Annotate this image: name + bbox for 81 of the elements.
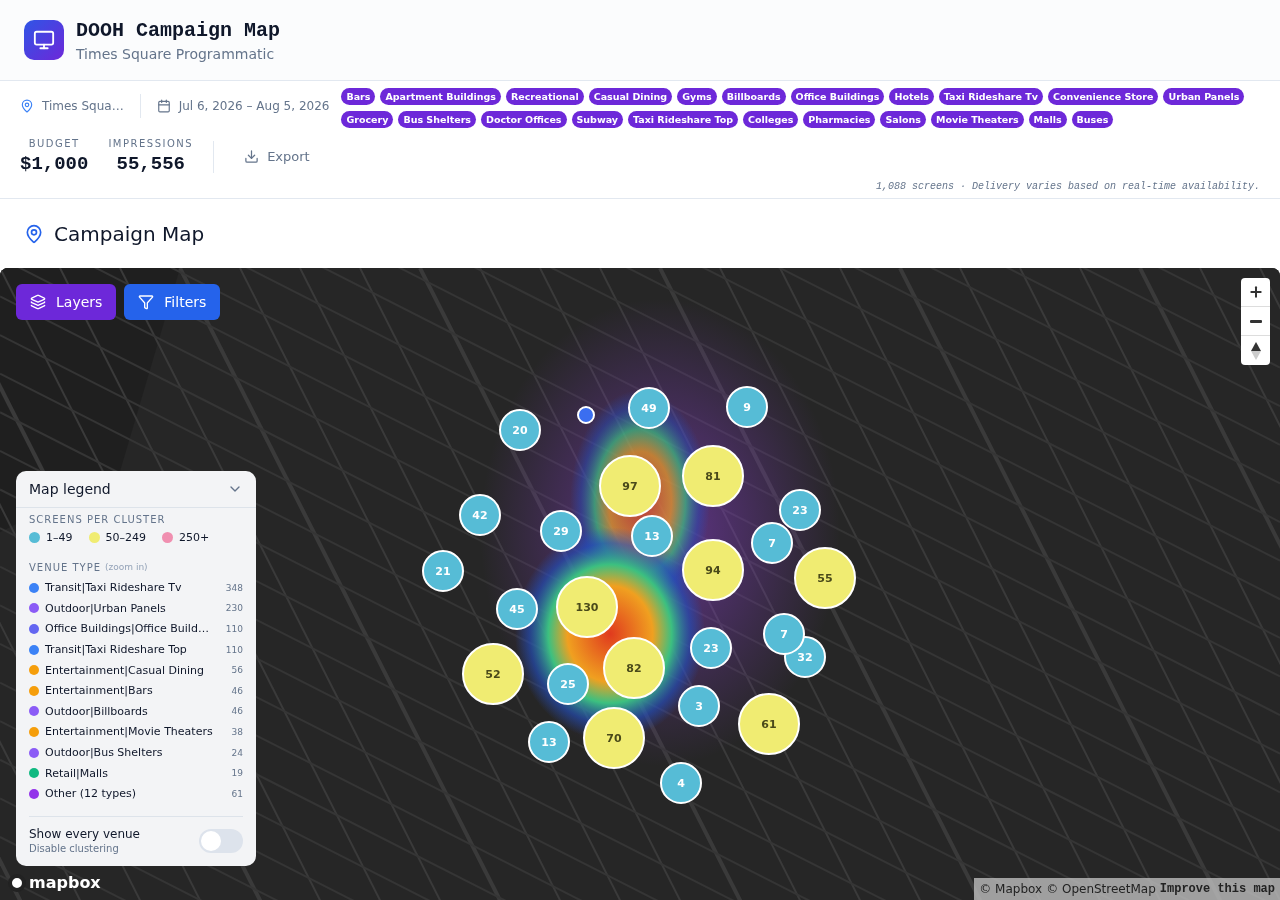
legend-title: Map legend xyxy=(29,481,111,498)
venue-tag: Office Buildings xyxy=(790,88,885,105)
venue-tag: Urban Panels xyxy=(1163,88,1245,105)
venue-count: 19 xyxy=(231,768,243,779)
venue-label: Transit|Taxi Rideshare Tv xyxy=(45,581,183,595)
location-text: Times Squa… xyxy=(42,99,124,113)
venue-tag: Salons xyxy=(880,111,926,128)
venue-label: Retail|Malls xyxy=(45,766,109,780)
section-title: Campaign Map xyxy=(54,221,205,246)
size-label: 1–49 xyxy=(46,531,73,545)
layers-icon xyxy=(30,294,46,310)
monitor-icon xyxy=(24,20,64,60)
venue-label: Transit|Taxi Rideshare Top xyxy=(45,643,188,657)
layers-button[interactable]: Layers xyxy=(16,284,117,320)
venue-tag: Bus Shelters xyxy=(398,111,476,128)
venue-label: Entertainment|Bars xyxy=(45,684,154,698)
venue-label: Outdoor|Bus Shelters xyxy=(45,746,164,759)
pin-icon xyxy=(24,223,44,244)
venue-label: Outdoor|Billboards xyxy=(45,704,149,718)
toggle-label: Show every venue xyxy=(29,827,140,841)
legend-heading: VENUE TYPE xyxy=(29,562,102,574)
venue-tag: Hotels xyxy=(889,88,934,105)
venue-tag: Colleges xyxy=(743,111,799,128)
stat-value: 55,556 xyxy=(116,153,185,175)
venue-tag: Convenience Store xyxy=(1047,88,1159,105)
size-label: 250+ xyxy=(179,531,210,545)
venue-label: Other (12 types) xyxy=(45,787,138,801)
venue-tag: Taxi Rideshare Tv xyxy=(938,88,1043,105)
venue-tag: Malls xyxy=(1028,111,1067,128)
venue-count: 230 xyxy=(225,603,243,614)
date-range: Jul 6, 2026 – Aug 5, 2026 xyxy=(178,99,330,113)
venue-tag: Pharmacies xyxy=(803,111,876,128)
plus-icon xyxy=(1247,284,1264,300)
minus-icon xyxy=(1249,319,1262,323)
size-label: 50–249 xyxy=(105,531,146,545)
venue-count: 46 xyxy=(231,685,243,696)
venue-count: 38 xyxy=(231,726,243,737)
venue-count: 46 xyxy=(231,706,243,717)
toggle-hint: Disable clustering xyxy=(29,843,120,854)
venue-count: 348 xyxy=(225,582,243,593)
venue-count: 110 xyxy=(225,644,243,655)
improve-link[interactable]: Improve this map xyxy=(1159,882,1275,896)
venue-tag: Taxi Rideshare Top xyxy=(628,111,738,128)
venue-tag: Subway xyxy=(571,111,623,128)
venue-label: Entertainment|Casual Dining xyxy=(45,663,205,677)
venue-tag: Apartment Buildings xyxy=(380,88,501,105)
logo-text: mapbox xyxy=(29,873,101,892)
venue-count: 61 xyxy=(231,788,243,799)
osm-link[interactable]: © OpenStreetMap xyxy=(1046,882,1156,896)
venue-tag: Grocery xyxy=(341,111,394,128)
pin-icon xyxy=(20,99,34,113)
download-icon xyxy=(244,149,260,164)
stat-value: $1,000 xyxy=(20,153,89,175)
filters-button[interactable]: Filters xyxy=(124,284,221,320)
export-button[interactable]: Export xyxy=(234,145,320,168)
stat-label: IMPRESSIONS xyxy=(108,138,194,149)
mapbox-link[interactable]: © Mapbox xyxy=(979,882,1043,896)
venue-tag: Doctor Offices xyxy=(481,111,567,128)
filter-icon xyxy=(138,294,155,310)
venue-count: 56 xyxy=(231,665,243,676)
calendar-icon xyxy=(156,99,171,113)
venue-tag: Casual Dining xyxy=(588,88,673,105)
app-title: DOOH Campaign Map xyxy=(76,18,281,42)
venue-label: Office Buildings|Office Build… xyxy=(45,622,210,636)
app-subtitle: Times Square Programmatic xyxy=(76,45,276,62)
venue-tag: Billboards xyxy=(721,88,786,105)
clustering-switch[interactable] xyxy=(199,828,243,853)
venue-count: 24 xyxy=(231,747,243,758)
venue-label: Entertainment|Movie Theaters xyxy=(45,725,214,739)
venue-count: 110 xyxy=(225,623,243,634)
compass-icon xyxy=(1250,341,1261,360)
venue-tag: Gyms xyxy=(677,88,717,105)
venue-tag: Buses xyxy=(1071,111,1114,128)
venue-label: Outdoor|Urban Panels xyxy=(45,601,167,615)
legend-heading: SCREENS PER CLUSTER xyxy=(29,514,166,526)
venue-tag: Movie Theaters xyxy=(930,111,1024,128)
venue-tag: Bars xyxy=(341,88,376,105)
venue-tag: Recreational xyxy=(505,88,584,105)
stat-label: BUDGET xyxy=(28,138,80,149)
legend-hint: (zoom in) xyxy=(105,562,148,574)
screens-note: 1,088 screens · Delivery varies based on real-time availability. xyxy=(875,181,1260,192)
